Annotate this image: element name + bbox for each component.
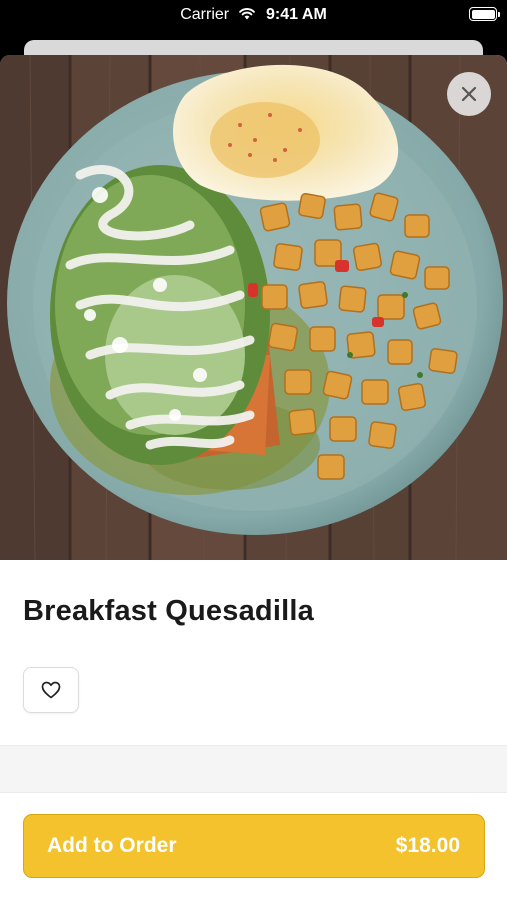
heart-outline-icon: [41, 681, 61, 699]
close-button[interactable]: [447, 72, 491, 116]
item-price: $18.00: [395, 834, 460, 857]
section-divider: [0, 745, 507, 793]
wifi-icon: [238, 8, 255, 20]
status-time: 9:41 AM: [266, 6, 327, 23]
item-title: Breakfast Quesadilla: [23, 595, 314, 627]
status-center: Carrier 9:41 AM: [0, 6, 507, 24]
close-icon: [461, 86, 477, 102]
add-to-order-button[interactable]: Add to Order $18.00: [23, 814, 485, 878]
item-detail-sheet: Breakfast Quesadilla Add to Order $18.00: [0, 55, 507, 900]
item-photo: [0, 55, 507, 560]
battery-icon: [469, 7, 500, 21]
favorite-button[interactable]: [23, 667, 79, 713]
status-bar: Carrier 9:41 AM: [0, 0, 507, 36]
add-to-order-label: Add to Order: [47, 834, 177, 857]
carrier-label: Carrier: [180, 6, 230, 23]
